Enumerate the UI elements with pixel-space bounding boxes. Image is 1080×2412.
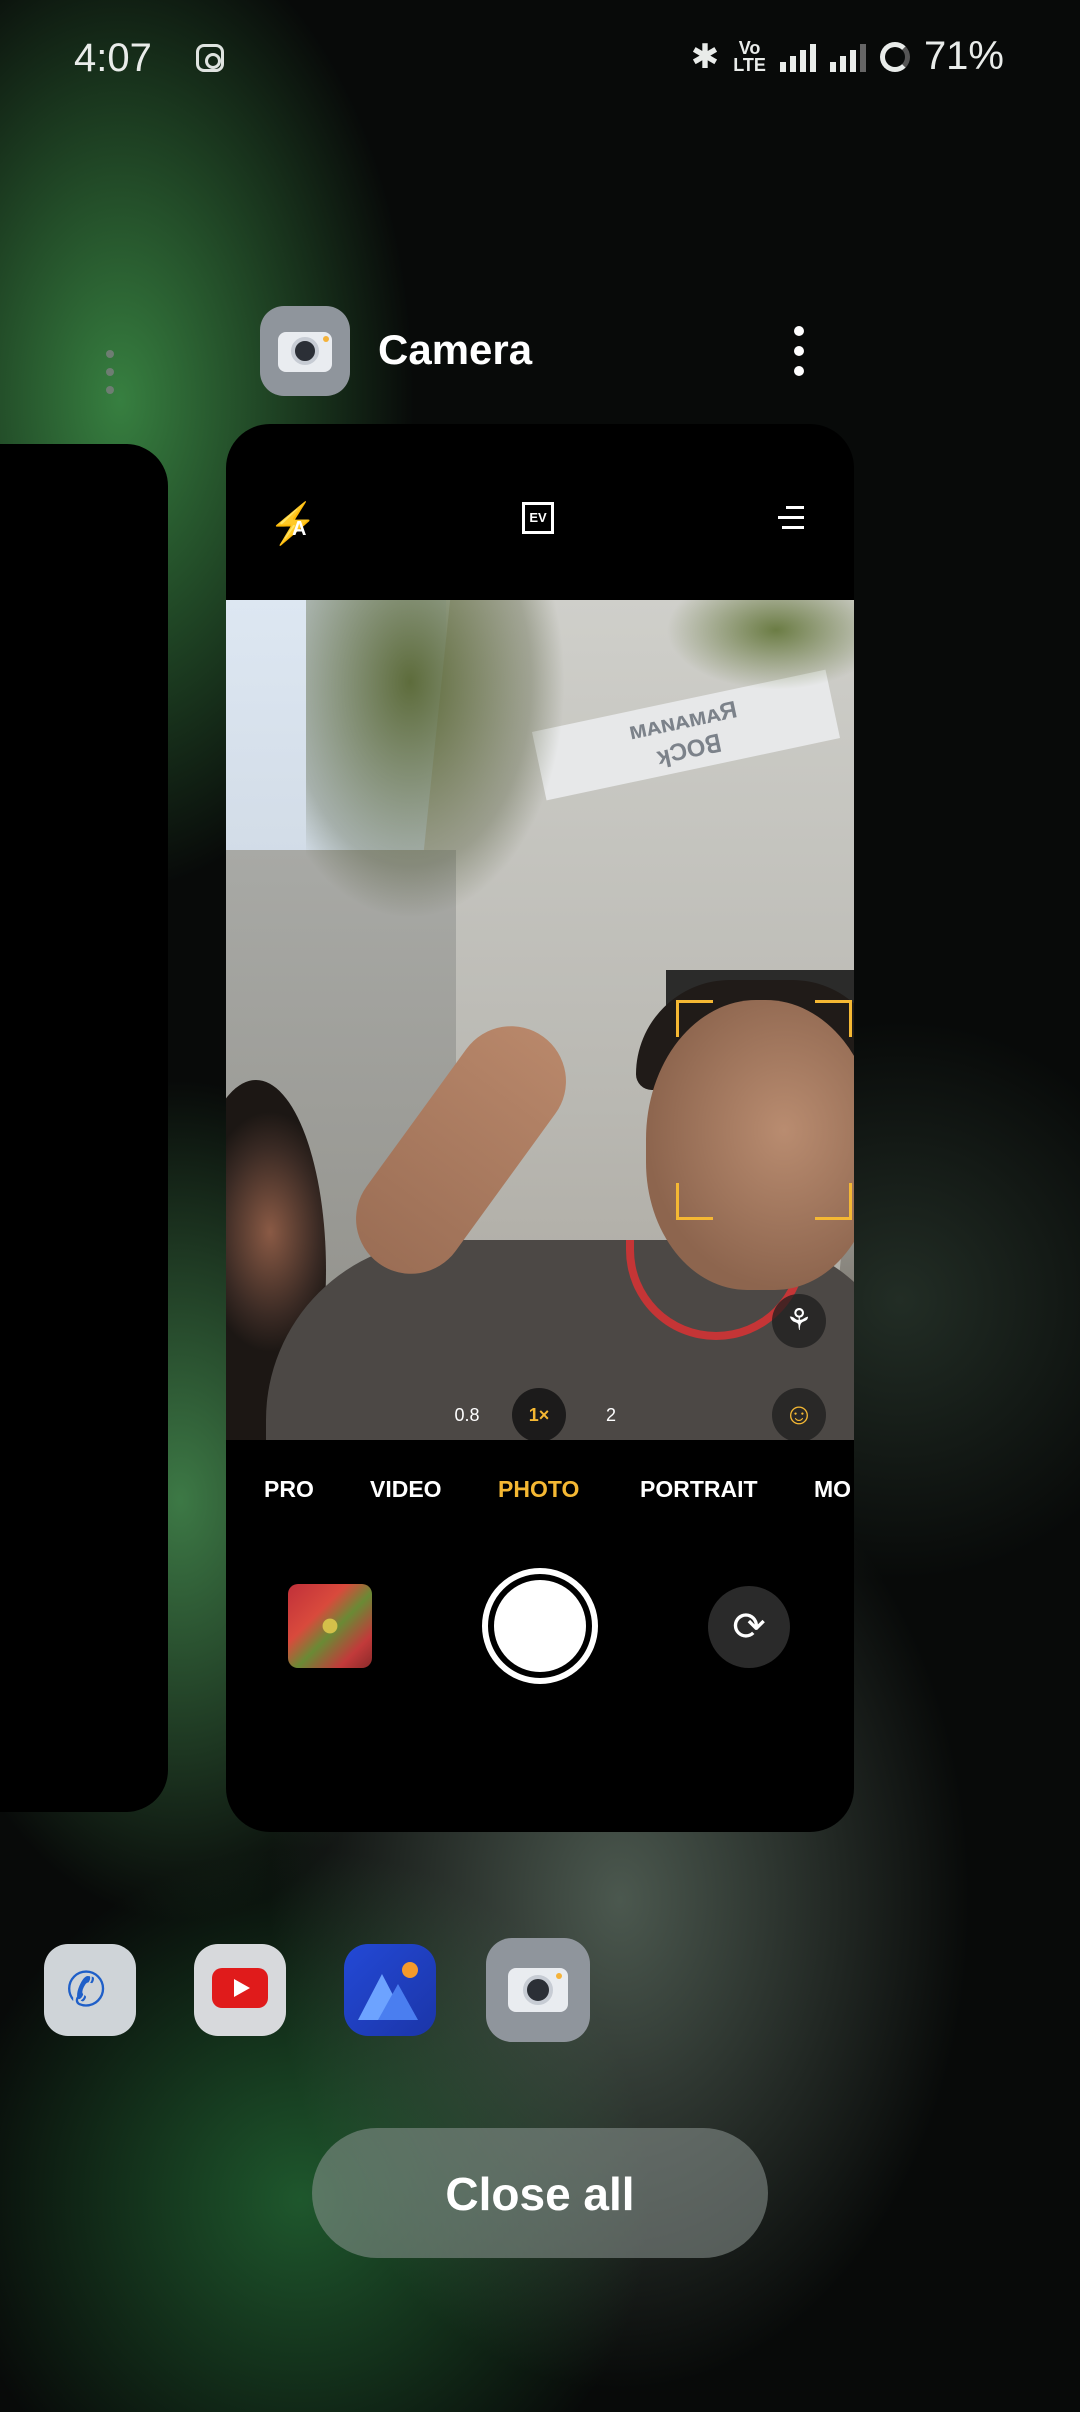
phone-icon[interactable]: ✆ [44, 1944, 136, 2036]
battery-icon [879, 41, 910, 72]
flash-mode-label: A [292, 518, 307, 540]
previous-app-menu-icon[interactable] [104, 350, 116, 400]
status-time: 4:07 [74, 36, 152, 80]
face-focus-box [676, 1000, 852, 1220]
switch-camera-icon[interactable]: ⟳ [708, 1586, 790, 1668]
mode-pro[interactable]: PRO [264, 1476, 314, 1503]
app-name: Camera [378, 326, 533, 373]
zoom-option[interactable]: 0.8 [440, 1388, 494, 1440]
ai-portrait-icon[interactable]: ☺ [772, 1388, 826, 1440]
menu-icon[interactable] [778, 506, 804, 530]
battery-percent: 71% [923, 34, 1004, 78]
palm-leaves [306, 600, 566, 920]
instagram-icon [196, 44, 224, 72]
camera-mode-bar: PRO VIDEO PHOTO PORTRAIT MO [226, 1476, 854, 1526]
volte-icon: Vo LTE [733, 37, 766, 75]
recent-app-header: Camera [260, 306, 860, 398]
more-options-icon[interactable] [788, 326, 808, 380]
camera-viewfinder[interactable]: ᴍᴀɴᴀᴍᴀЯ ʞϽOꓭ ⚘ ☺ 0.8 1× 2 [226, 600, 854, 1440]
mode-photo[interactable]: PHOTO [498, 1476, 579, 1503]
camera-app-card[interactable]: ⚡ A EV ᴍᴀɴᴀᴍᴀЯ ʞϽOꓭ ⚘ ☺ 0.8 1× 2 PRO VID… [226, 424, 854, 1832]
zoom-option-active[interactable]: 1× [512, 1388, 566, 1440]
youtube-icon[interactable] [194, 1944, 286, 2036]
status-bar: 4:07 ✱ Vo LTE 71% [0, 0, 1080, 120]
gallery-icon[interactable] [344, 1944, 436, 2036]
bluetooth-icon: ✱ [690, 37, 720, 76]
mode-video[interactable]: VIDEO [370, 1476, 442, 1503]
ev-icon[interactable]: EV [522, 502, 554, 534]
shutter-button[interactable] [482, 1568, 598, 1684]
filters-icon[interactable]: ⚘ [772, 1294, 826, 1348]
close-all-button[interactable]: Close all [312, 2128, 768, 2258]
status-icons: ✱ Vo LTE 71% [691, 34, 1004, 79]
camera-top-bar: ⚡ A EV [226, 424, 854, 598]
zoom-selector: 0.8 1× 2 [440, 1388, 640, 1440]
camera-icon[interactable] [486, 1938, 590, 2042]
zoom-option[interactable]: 2 [584, 1388, 638, 1440]
camera-app-icon[interactable] [260, 306, 350, 396]
palm-leaves [666, 600, 854, 690]
mode-more[interactable]: MO [814, 1476, 851, 1503]
gallery-thumbnail[interactable] [288, 1584, 372, 1668]
previous-app-card[interactable] [0, 444, 168, 1812]
signal-icon [779, 42, 816, 72]
mode-portrait[interactable]: PORTRAIT [640, 1476, 758, 1503]
signal-icon [829, 42, 866, 72]
